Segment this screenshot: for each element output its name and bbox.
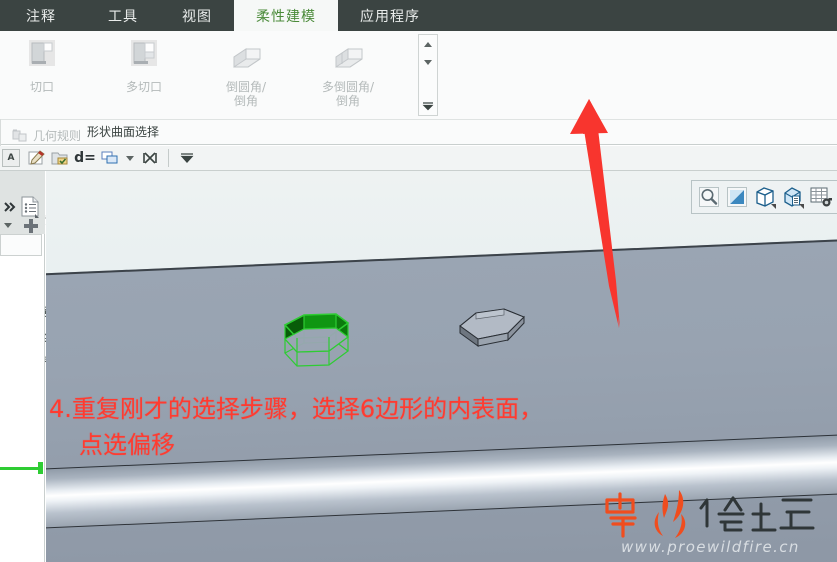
scroll-down-icon[interactable] <box>419 53 437 71</box>
ribbon-button-cut[interactable]: 切口 <box>6 33 78 117</box>
ribbon-group-scroller[interactable] <box>418 34 438 116</box>
expand-chevrons-icon[interactable] <box>2 199 18 215</box>
annotation-line-2: 点选偏移 <box>79 431 175 459</box>
multi-cut-surface-icon <box>122 37 166 77</box>
ribbon-button-label: 多倒圆角/ 倒角 <box>321 80 375 108</box>
tab-bar-filler <box>442 0 837 31</box>
tab-label: 注释 <box>26 8 56 25</box>
ribbon-button-multi-round-chamfer[interactable]: 多倒圆角/ 倒角 <box>312 33 384 117</box>
viewport-toolbar <box>691 180 837 214</box>
ribbon-button-label: 多切口 <box>125 80 162 94</box>
dimension-d-icon[interactable]: d= <box>72 147 98 169</box>
annotation-a-label: A <box>7 153 15 163</box>
tab-view[interactable]: 视图 <box>160 0 234 31</box>
ribbon-button-multi-cut[interactable]: 多切口 <box>108 33 180 117</box>
ribbon-button-label: 几何规则 <box>33 129 82 143</box>
watermark-url: www.proewildfire.cn <box>621 538 800 556</box>
round-chamfer-icon <box>224 37 268 77</box>
add-plus-icon[interactable] <box>22 217 40 235</box>
ribbon-button-label: 倒圆角/ 倒角 <box>225 80 267 108</box>
ribbon-button-label: 切口 <box>29 80 54 94</box>
filter-dropdown-icon[interactable] <box>4 223 12 228</box>
ribbon-tab-bar: 注释 工具 视图 柔性建模 应用程序 <box>0 0 837 31</box>
datum-axis-green-cap <box>38 462 43 474</box>
watermark: www.proewildfire.cn <box>601 488 831 558</box>
layer-dropdown-icon[interactable] <box>122 147 138 169</box>
graphics-viewport[interactable]: 4.重复刚才的选择步骤，选择6边形的内表面， 点选偏移 www.proewild… <box>46 171 837 562</box>
model-tree-document-icon[interactable] <box>20 196 40 218</box>
layer-icon[interactable] <box>98 147 122 169</box>
tab-flexible-modeling[interactable]: 柔性建模 <box>234 0 338 31</box>
tab-annotation[interactable]: 注释 <box>0 0 86 31</box>
overflow-dropdown-icon[interactable] <box>175 147 199 169</box>
tab-label: 工具 <box>108 8 138 25</box>
scroll-more-icon[interactable] <box>419 97 437 115</box>
zoom-tool-icon[interactable] <box>695 183 723 211</box>
tab-applications[interactable]: 应用程序 <box>338 0 442 31</box>
quickbar-divider <box>168 149 169 167</box>
application-window: 注释 工具 视图 柔性建模 应用程序 切口 多切口 倒圆角/ 倒角 多倒圆角/ … <box>0 0 837 562</box>
view-manager-icon[interactable] <box>807 183 835 211</box>
model-tree-empty-box[interactable] <box>0 234 42 256</box>
multi-round-chamfer-icon <box>326 37 370 77</box>
pencil-edit-icon[interactable] <box>24 147 48 169</box>
annotation-line-1: 4.重复刚才的选择步骤，选择6边形的内表面， <box>49 395 544 423</box>
ribbon: 切口 多切口 倒圆角/ 倒角 多倒圆角/ 倒角 形状曲面选择 几何规则 <box>0 31 837 403</box>
cut-surface-icon <box>20 37 64 77</box>
geometry-rule-icon <box>11 127 29 145</box>
appearance-icon[interactable] <box>779 183 807 211</box>
model-tree-panel <box>0 171 45 562</box>
tab-tools[interactable]: 工具 <box>86 0 160 31</box>
quick-access-toolbar: A d= <box>0 146 837 171</box>
tab-label: 柔性建模 <box>256 8 316 25</box>
hexagon-prism[interactable] <box>454 299 532 362</box>
hide-icon[interactable] <box>138 147 162 169</box>
tab-label: 应用程序 <box>360 8 420 25</box>
tab-label: 视图 <box>182 8 212 25</box>
annotation-a-icon[interactable]: A <box>2 149 20 167</box>
scroll-up-icon[interactable] <box>419 35 437 53</box>
ribbon-button-round-chamfer[interactable]: 倒圆角/ 倒角 <box>210 33 282 117</box>
display-style-icon[interactable] <box>723 183 751 211</box>
shading-cube-icon[interactable] <box>751 183 779 211</box>
selected-hexagon-prism[interactable] <box>274 301 358 376</box>
ribbon-button-geometry-rule[interactable]: 几何规则 <box>7 123 85 148</box>
folder-check-icon[interactable] <box>48 147 72 169</box>
ribbon-group-shape-surface-selection: 切口 多切口 倒圆角/ 倒角 多倒圆角/ 倒角 形状曲面选择 <box>0 31 438 139</box>
datum-axis-green-line <box>0 467 42 470</box>
dimension-d-label: d= <box>74 150 96 166</box>
